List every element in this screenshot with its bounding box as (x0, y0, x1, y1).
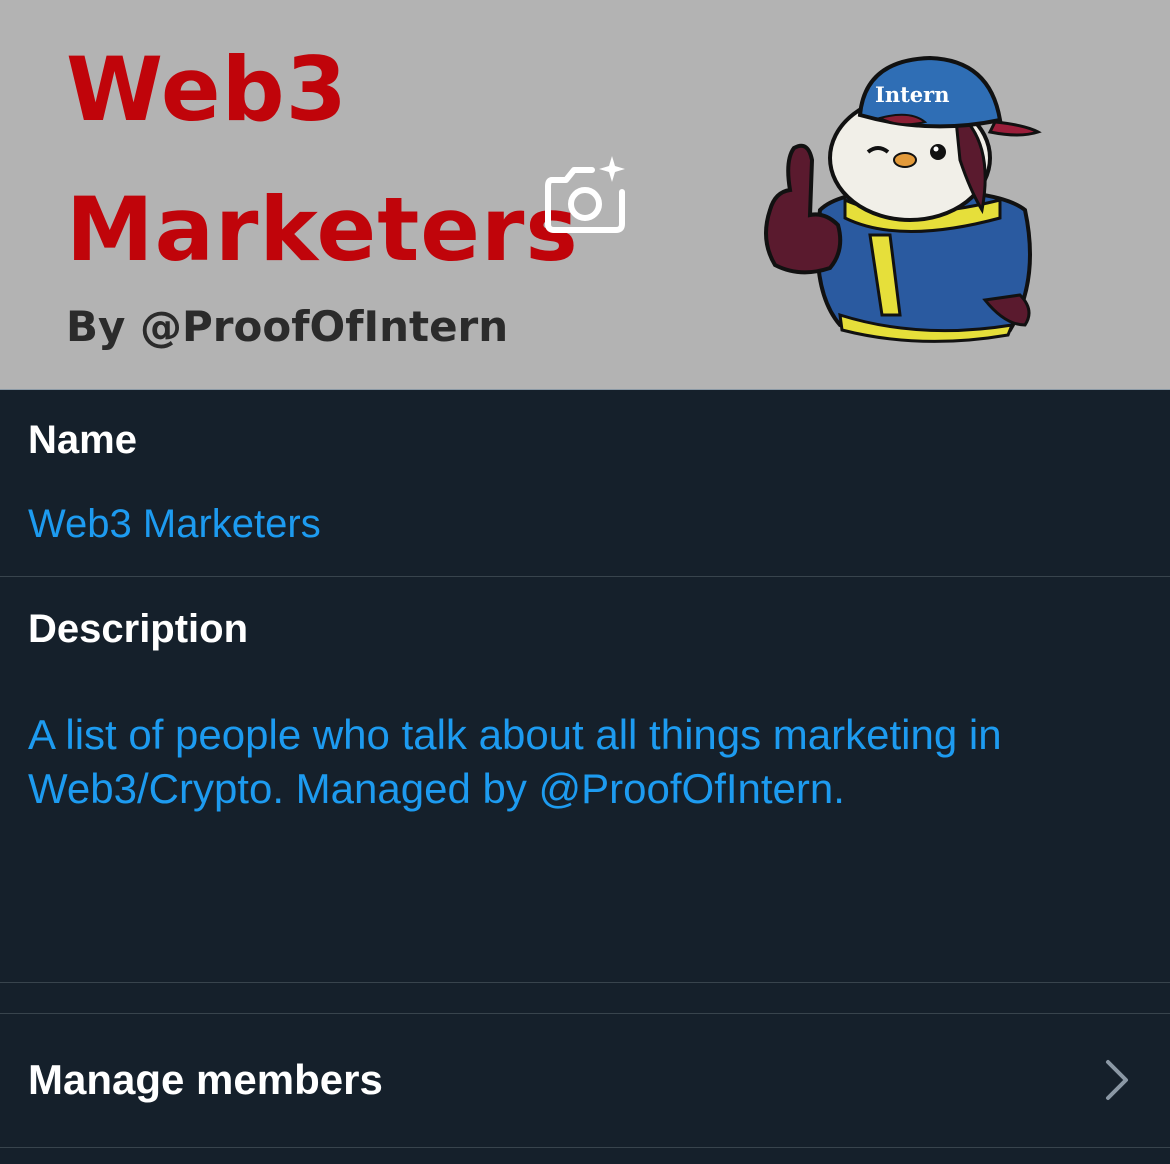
divider (0, 1147, 1170, 1148)
description-input[interactable]: A list of people who talk about all thin… (28, 708, 1138, 816)
manage-members-row[interactable]: Manage members (0, 1014, 1170, 1146)
banner-title-line2: Marketers (66, 178, 579, 281)
chevron-right-icon (1106, 1060, 1128, 1100)
name-input[interactable]: Web3 Marketers (28, 497, 321, 551)
penguin-mascot-illustration: Intern (764, 55, 1042, 343)
name-label: Name (28, 418, 137, 462)
mascot-cap-text: Intern (875, 82, 949, 107)
camera-plus-icon[interactable] (540, 150, 632, 240)
divider (0, 576, 1170, 577)
manage-members-label: Manage members (28, 1056, 383, 1103)
description-label: Description (28, 607, 249, 651)
edit-list-screen: Web3 Marketers By @ProofOfIntern Intern (0, 0, 1170, 1164)
list-banner-image[interactable]: Web3 Marketers By @ProofOfIntern Intern (0, 0, 1170, 390)
divider (0, 982, 1170, 983)
banner-title-line1: Web3 (66, 38, 348, 141)
banner-byline: By @ProofOfIntern (66, 302, 509, 351)
